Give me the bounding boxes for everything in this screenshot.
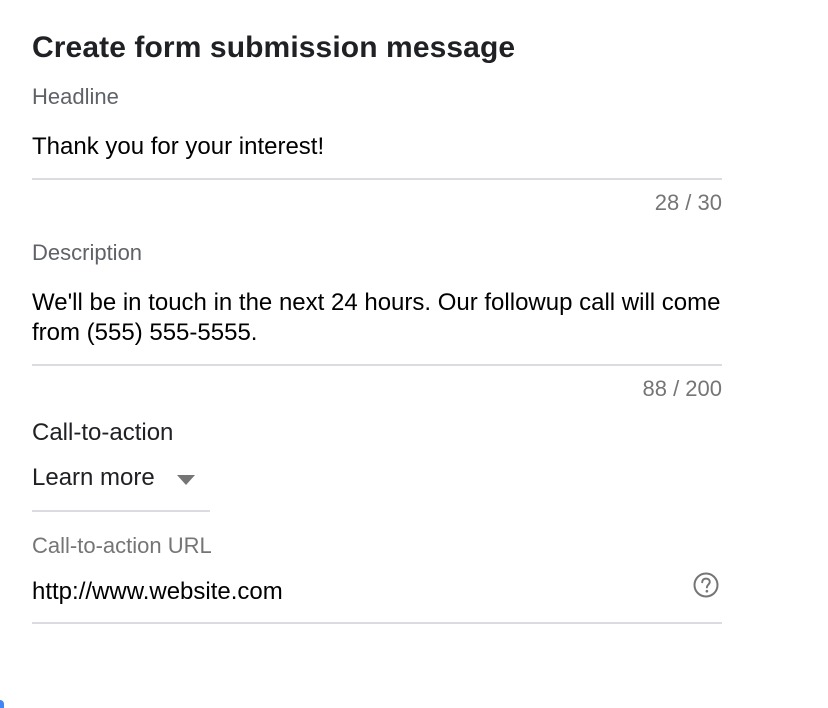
call-to-action-select[interactable]: Learn more xyxy=(32,458,210,512)
description-underline xyxy=(32,364,722,366)
headline-label: Headline xyxy=(32,84,119,109)
headline-input[interactable]: Thank you for your interest! xyxy=(32,133,324,161)
call-to-action-label: Call-to-action xyxy=(32,419,174,446)
page-title: Create form submission message xyxy=(32,31,516,64)
headline-underline xyxy=(32,178,722,180)
form-submission-panel: Create form submission message Headline … xyxy=(0,0,828,708)
cta-url-label: Call-to-action URL xyxy=(32,533,212,558)
cta-url-underline xyxy=(32,622,722,624)
description-input[interactable]: We'll be in touch in the next 24 hours. … xyxy=(32,288,722,348)
description-char-counter: 88 / 200 xyxy=(642,376,722,401)
help-circle-icon[interactable] xyxy=(692,571,720,599)
description-label: Description xyxy=(32,240,143,265)
cta-url-input[interactable] xyxy=(32,574,672,610)
headline-char-counter: 28 / 30 xyxy=(654,190,722,215)
arrow-drop-down-icon xyxy=(177,475,195,485)
call-to-action-underline xyxy=(32,510,210,512)
edge-indicator xyxy=(0,700,4,708)
call-to-action-selected-value: Learn more xyxy=(32,464,155,491)
